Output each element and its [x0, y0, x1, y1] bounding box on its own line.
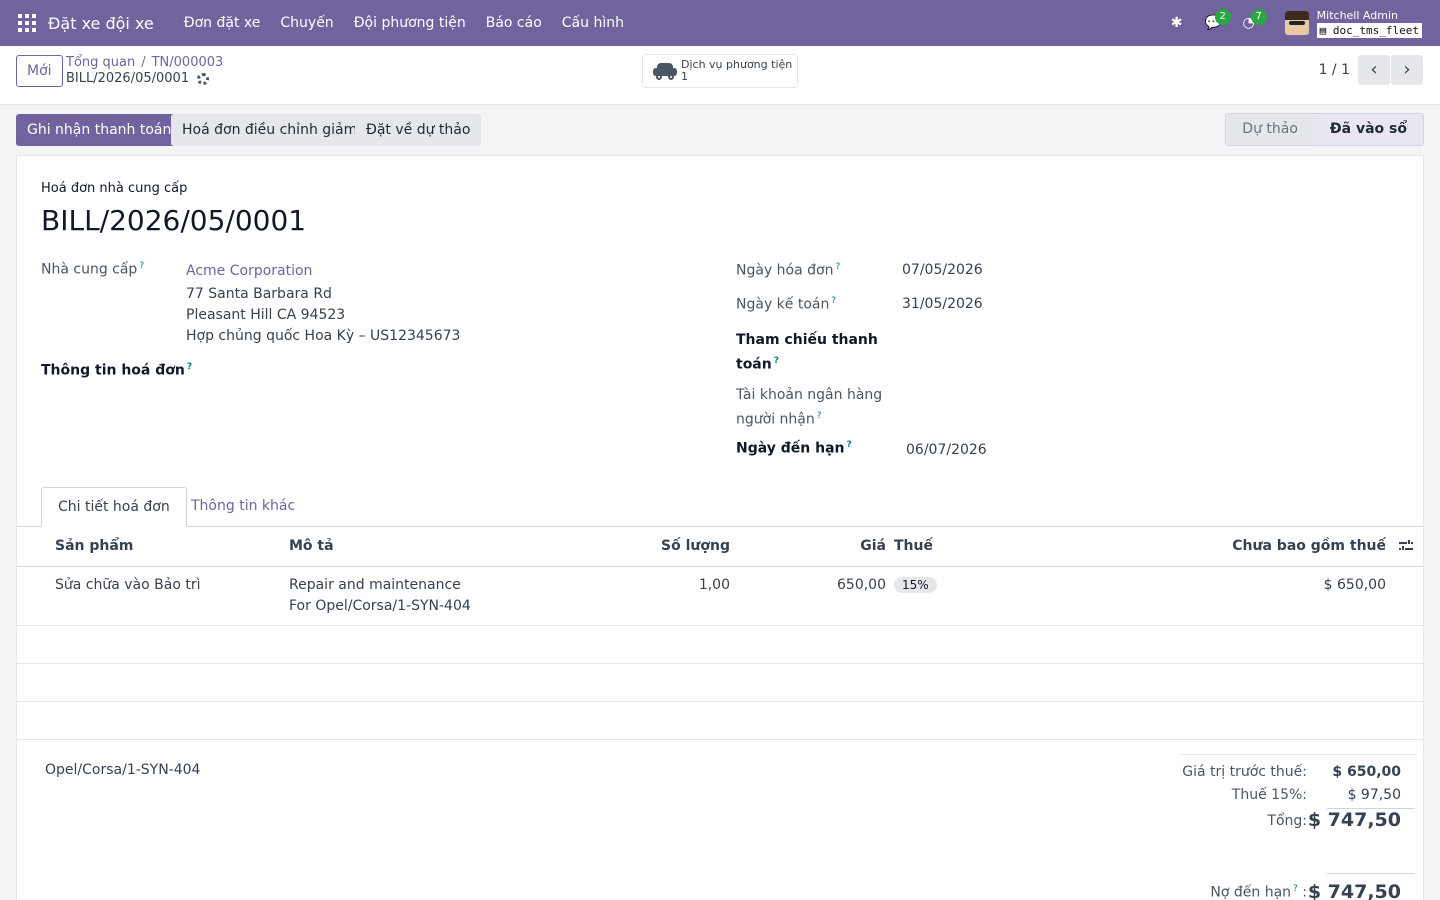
breadcrumb-overview[interactable]: Tổng quan: [66, 55, 135, 70]
tax-badge: 15%: [894, 577, 937, 593]
menu-bookings[interactable]: Đơn đặt xe: [184, 15, 261, 31]
tab-invoice-lines[interactable]: Chi tiết hoá đơn: [41, 487, 187, 527]
invoice-date-label: Ngày hóa đơn?: [736, 262, 841, 279]
tax-totals: Giá trị trước thuế: $ 650,00 Thuế 15%: $…: [1179, 754, 1417, 900]
menu-configuration[interactable]: Cấu hình: [562, 15, 624, 31]
payment-reference-label: Tham chiếu thanh toán?: [736, 332, 878, 373]
untaxed-amount-value: $ 650,00: [1332, 764, 1401, 780]
new-button[interactable]: Mới: [16, 55, 63, 87]
help-tooltip-icon[interactable]: ?: [835, 262, 840, 272]
col-price[interactable]: Giá: [860, 538, 886, 554]
debug-bug-icon[interactable]: ✱: [1169, 15, 1185, 31]
help-tooltip-icon[interactable]: ?: [817, 411, 822, 421]
gear-icon[interactable]: [197, 72, 210, 85]
vendor-label: Nhà cung cấp?: [41, 261, 145, 278]
narration-text[interactable]: Opel/Corsa/1-SYN-404: [45, 762, 200, 778]
action-bar: Ghi nhận thanh toán Hoá đơn điều chỉnh g…: [0, 105, 1440, 155]
col-product[interactable]: Sản phẩm: [55, 538, 133, 554]
recipient-bank-label: Tài khoản ngân hàng người nhận?: [736, 387, 883, 428]
help-tooltip-icon[interactable]: ?: [187, 362, 192, 372]
activities-clock-icon[interactable]: ◔ 7: [1241, 9, 1267, 31]
menu-fleet[interactable]: Đội phương tiện: [354, 15, 466, 31]
apps-menu-icon[interactable]: [18, 14, 36, 32]
control-panel: Mới Tổng quan / TN/000003 BILL/2026/05/000…: [0, 46, 1440, 105]
messages-badge: 2: [1214, 9, 1231, 25]
credit-note-button[interactable]: Hoá đơn điều chỉnh giảm: [171, 114, 369, 146]
reset-to-draft-button[interactable]: Đặt về dự thảo: [355, 114, 482, 146]
vendor-link[interactable]: Acme Corporation: [186, 263, 312, 279]
untaxed-amount-label: Giá trị trước thuế:: [1182, 764, 1307, 780]
status-posted[interactable]: Đã vào sổ: [1313, 114, 1423, 145]
vendor-address-line-2: Pleasant Hill CA 94523: [186, 307, 346, 323]
table-row[interactable]: Sửa chữa vào Bảo trì Repair and maintena…: [17, 567, 1423, 626]
col-tax[interactable]: Thuế: [894, 538, 933, 554]
main-navbar: Đặt xe đội xe Đơn đặt xe Chuyến Đội phươ…: [0, 0, 1440, 46]
tax-amount-label: Thuế 15%:: [1231, 787, 1307, 803]
user-name: Mitchell Admin: [1316, 8, 1398, 22]
tab-other-info[interactable]: Thông tin khác: [175, 487, 311, 527]
breadcrumb: Tổng quan / TN/000003: [66, 55, 224, 70]
pager-previous-button[interactable]: ‹: [1358, 55, 1390, 85]
due-date-label: Ngày đến hạn?: [736, 440, 852, 457]
smart-button-label: Dịch vụ phương tiện: [681, 58, 793, 71]
amount-due-value: $ 747,50: [1307, 881, 1401, 900]
status-draft[interactable]: Dự thảo: [1226, 114, 1314, 145]
line-quantity: 1,00: [698, 577, 730, 593]
pager-value[interactable]: 1 / 1: [1319, 62, 1350, 78]
vendor-address-line-1: 77 Santa Barbara Rd: [186, 286, 332, 302]
accounting-date-label: Ngày kế toán?: [736, 296, 837, 313]
breadcrumb-trip[interactable]: TN/000003: [152, 55, 224, 70]
invoice-lines-header: Sản phẩm Mô tả Số lượng Giá Thuế Chưa ba…: [17, 527, 1423, 567]
pager-next-button[interactable]: ›: [1391, 55, 1423, 85]
bill-reference-label: Thông tin hoá đơn?: [41, 362, 193, 379]
form-sheet: Hoá đơn nhà cung cấp BILL/2026/05/0001 N…: [16, 155, 1424, 900]
total-label: Tổng:: [1267, 813, 1307, 829]
menu-trips[interactable]: Chuyến: [280, 15, 333, 31]
activities-badge: 7: [1250, 9, 1267, 25]
column-options-icon[interactable]: [1399, 539, 1413, 553]
empty-row: [17, 664, 1423, 702]
accounting-date-field[interactable]: 31/05/2026: [902, 296, 983, 312]
menu-reports[interactable]: Báo cáo: [486, 15, 542, 31]
line-product[interactable]: Sửa chữa vào Bảo trì: [55, 577, 200, 593]
line-description-2: For Opel/Corsa/1-SYN-404: [289, 598, 471, 614]
status-bar: Dự thảo Đã vào sổ: [1225, 113, 1424, 146]
help-tooltip-icon[interactable]: ?: [831, 296, 836, 306]
col-quantity[interactable]: Số lượng: [661, 538, 730, 554]
empty-row: [17, 626, 1423, 664]
vendor-address-line-3: Hợp chủng quốc Hoa Kỳ – US12345673: [186, 328, 461, 344]
invoice-date-field[interactable]: 07/05/2026: [902, 262, 983, 278]
user-menu[interactable]: Mitchell Admin ▤ doc_tms_fleet: [1316, 8, 1422, 38]
move-type-label: Hoá đơn nhà cung cấp: [41, 181, 188, 196]
line-description-1: Repair and maintenance: [289, 577, 461, 593]
tax-amount-value: $ 97,50: [1347, 787, 1401, 803]
messages-icon[interactable]: 💬 2: [1205, 9, 1231, 31]
line-subtotal: $ 650,00: [1323, 577, 1386, 593]
help-tooltip-icon[interactable]: ?: [1293, 884, 1298, 894]
app-title[interactable]: Đặt xe đội xe: [48, 14, 154, 33]
help-tooltip-icon[interactable]: ?: [847, 440, 852, 450]
notebook-tabs: Chi tiết hoá đơn Thông tin khác: [17, 487, 1423, 527]
due-date-field[interactable]: 06/07/2026: [906, 442, 987, 458]
invoice-number: BILL/2026/05/0001: [41, 204, 307, 237]
help-tooltip-icon[interactable]: ?: [139, 261, 144, 271]
car-icon: [653, 63, 677, 80]
smart-button-count: 1: [681, 70, 688, 83]
record-title: BILL/2026/05/0001: [66, 71, 210, 86]
database-name: ▤ doc_tms_fleet: [1316, 22, 1422, 38]
register-payment-button[interactable]: Ghi nhận thanh toán: [16, 114, 183, 146]
line-price: 650,00: [837, 577, 886, 593]
total-value: $ 747,50: [1307, 809, 1401, 831]
user-avatar[interactable]: [1284, 11, 1309, 35]
empty-row: [17, 702, 1423, 740]
col-subtotal[interactable]: Chưa bao gồm thuế: [1232, 538, 1386, 554]
col-description[interactable]: Mô tả: [289, 538, 334, 554]
help-tooltip-icon[interactable]: ?: [774, 356, 779, 366]
amount-due-label: Nợ đến hạn? :: [1210, 884, 1307, 900]
vehicle-services-smart-button[interactable]: Dịch vụ phương tiện 1: [642, 54, 798, 88]
